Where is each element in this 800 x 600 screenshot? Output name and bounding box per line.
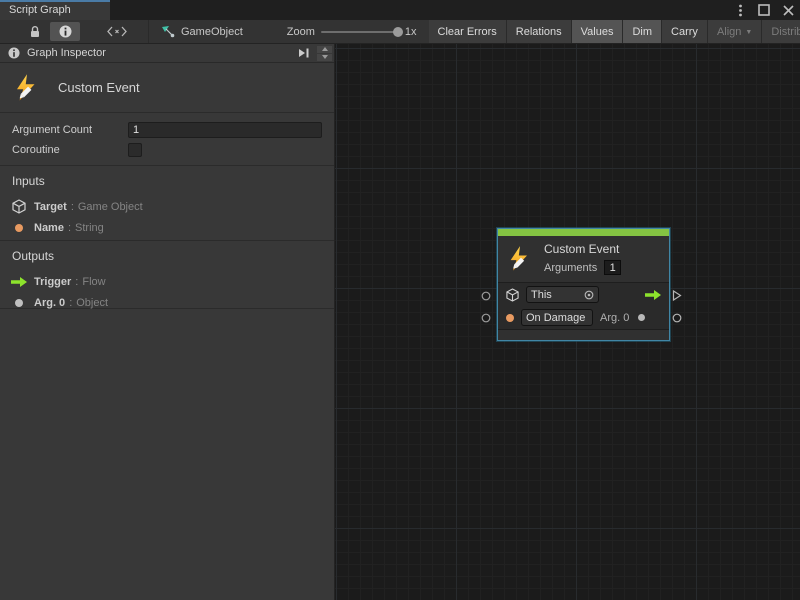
coroutine-label: Coroutine [12,144,128,156]
port-type: Flow [82,276,105,288]
custom-event-icon [506,245,534,273]
node-header[interactable]: Custom Event Arguments 1 [498,236,669,283]
panel-scroll-arrows [317,46,332,61]
port-separator: : [75,276,78,288]
input-port-target-circle[interactable] [481,291,491,301]
port-type: String [75,222,104,234]
port-row-trigger: Trigger : Flow [0,271,334,292]
event-accent-bar [498,229,669,236]
graph-canvas[interactable]: Custom Event Arguments 1 This [335,44,800,600]
window-menu-icon[interactable] [732,2,748,18]
window-close-icon[interactable] [780,2,796,18]
inputs-section: Inputs Target : Game Object Name : Strin… [0,166,334,241]
triangle-down-icon [322,55,328,59]
argument-count-input[interactable] [128,122,322,138]
port-row-arg0: Arg. 0 : Object [0,292,334,313]
values-button[interactable]: Values [572,20,624,43]
game-object-cube-icon [506,288,519,302]
game-object-cube-icon [10,199,28,214]
input-port-name-circle[interactable] [481,313,491,323]
port-type: Object [76,297,108,309]
custom-event-icon [12,73,42,103]
port-type: Game Object [78,201,143,213]
tab-title: Script Graph [9,4,71,16]
output-port-trigger-triangle[interactable] [672,290,682,301]
triangle-up-icon [322,47,328,51]
zoom-control: Zoom 1x [253,20,417,43]
node-row-target: This [498,283,669,306]
trigger-flow-arrow-icon[interactable] [645,290,661,300]
gameobject-reference[interactable]: GameObject [149,20,253,43]
script-graph-icon [161,25,175,38]
port-row-name: Name : String [0,217,334,238]
unity-script-graph-window: Script Graph GameObject [0,0,800,600]
tab-bar: Script Graph [0,0,800,20]
node-header-text: Custom Event Arguments 1 [544,242,621,275]
unit-title: Custom Event [58,80,140,95]
unit-settings: Argument Count Coroutine [0,113,334,166]
object-picker-icon[interactable] [584,290,594,300]
toolbar: GameObject Zoom 1x Clear Errors Relation… [0,20,800,44]
output-port-arg0-circle[interactable] [672,313,682,323]
string-dot-icon [506,314,514,322]
outputs-section: Outputs Trigger : Flow Arg. 0 : Object [0,241,334,309]
lock-icon[interactable] [20,20,50,43]
code-preview-icon[interactable] [102,20,132,43]
string-dot-icon [10,224,28,232]
dim-button[interactable]: Dim [623,20,662,43]
argument-count-label: Argument Count [12,124,128,136]
align-button[interactable]: Align▼ [708,20,762,43]
dock-panel-icon[interactable] [294,46,314,61]
argument-count-row: Argument Count [0,120,334,140]
zoom-slider-handle[interactable] [393,27,403,37]
graph-inspector-panel: Graph Inspector Custom Event A [0,44,335,600]
scroll-down-button[interactable] [317,54,332,61]
port-name: Trigger [34,276,71,288]
graph-inspector-title: Graph Inspector [27,47,294,59]
relations-button[interactable]: Relations [507,20,572,43]
outputs-heading: Outputs [0,249,334,263]
target-value: This [531,289,552,301]
window-maximize-icon[interactable] [756,2,772,18]
port-row-target: Target : Game Object [0,196,334,217]
inputs-heading: Inputs [0,174,334,188]
node-title: Custom Event [544,242,621,256]
flow-arrow-icon [10,277,28,287]
port-name: Arg. 0 [34,297,65,309]
clear-errors-button[interactable]: Clear Errors [429,20,507,43]
port-name: Name [34,222,64,234]
zoom-slider[interactable] [321,31,399,33]
coroutine-row: Coroutine [0,140,334,160]
arguments-value-box[interactable]: 1 [604,260,621,275]
gameobject-label: GameObject [181,26,243,38]
coroutine-checkbox[interactable] [128,143,142,157]
node-arguments-row: Arguments 1 [544,260,621,275]
window-controls [732,0,796,20]
node-row-name: Arg. 0 [498,306,669,329]
arg0-label: Arg. 0 [600,312,629,324]
custom-event-node[interactable]: Custom Event Arguments 1 This [497,228,670,341]
event-name-input[interactable] [521,309,593,326]
zoom-label: Zoom [287,26,315,38]
port-separator: : [68,222,71,234]
zoom-value: 1x [405,26,417,38]
carry-button[interactable]: Carry [662,20,708,43]
unit-title-block: Custom Event [0,63,334,113]
node-footer [498,329,669,340]
graph-inspector-header: Graph Inspector [0,44,334,63]
target-object-select[interactable]: This [526,286,599,303]
port-name: Target [34,201,67,213]
toolbar-buttons: Clear Errors Relations Values Dim Carry … [429,20,800,43]
arguments-label: Arguments [544,262,597,274]
inspector-toggle-info-icon[interactable] [50,22,80,41]
port-separator: : [71,201,74,213]
port-separator: : [69,297,72,309]
distribute-button[interactable]: Distribute▼ [762,20,800,43]
arg0-port-dot-icon[interactable] [638,314,645,321]
object-dot-icon [10,299,28,307]
tab-script-graph[interactable]: Script Graph [0,0,110,20]
caret-down-icon: ▼ [745,29,752,36]
info-icon [8,47,20,59]
scroll-up-button[interactable] [317,46,332,53]
